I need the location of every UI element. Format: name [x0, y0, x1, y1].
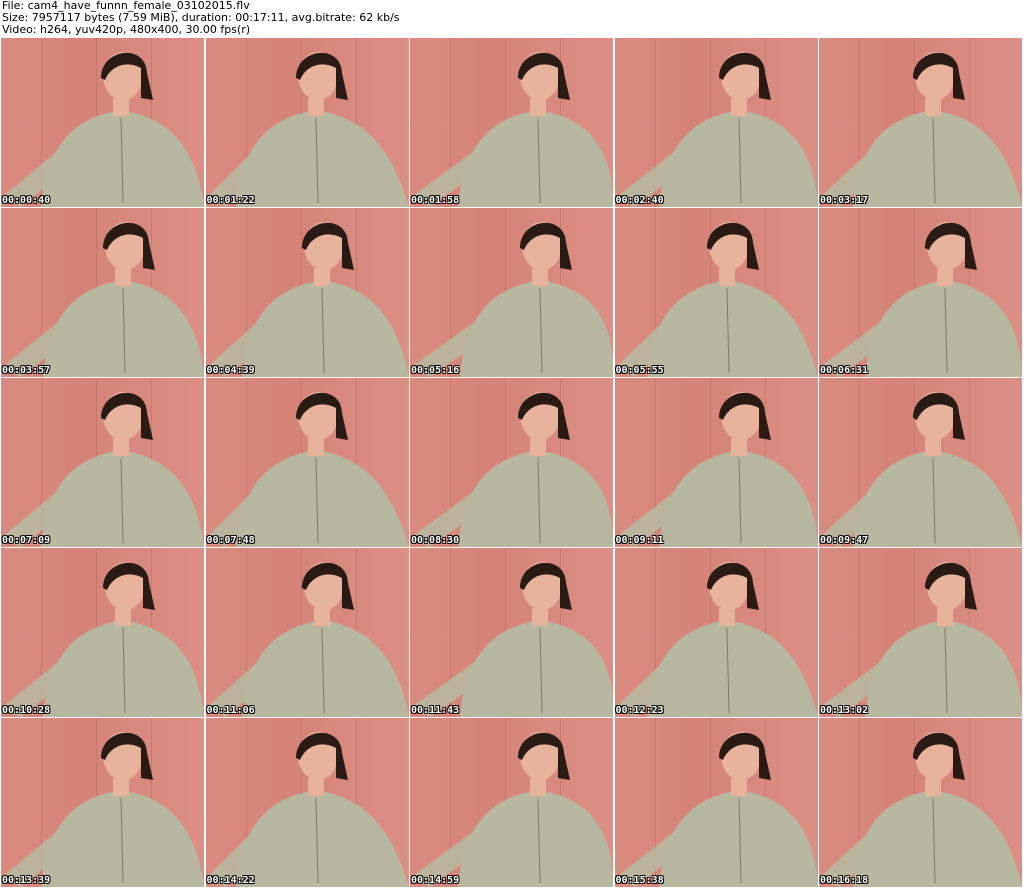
video-thumbnail[interactable]: 00:08:30 [410, 378, 613, 547]
video-thumbnail[interactable]: 00:13:39 [1, 718, 204, 887]
person-figure [410, 222, 613, 377]
person-figure [205, 392, 409, 547]
timestamp-label: 00:15:38 [615, 875, 664, 886]
video-thumbnail[interactable]: 00:03:17 [819, 38, 1022, 207]
person-figure [1, 562, 204, 717]
timestamp-label: 00:08:30 [411, 535, 460, 546]
person-figure [205, 732, 409, 887]
timestamp-label: 00:02:40 [615, 195, 664, 206]
timestamp-label: 00:12:23 [615, 705, 664, 716]
timestamp-label: 00:04:39 [206, 365, 255, 376]
timestamp-label: 00:05:55 [615, 365, 664, 376]
person-figure [819, 222, 1022, 377]
timestamp-label: 00:11:43 [411, 705, 460, 716]
timestamp-label: 00:06:31 [820, 365, 869, 376]
contact-sheet-header: File: cam4_have_funnn_female_03102015.fl… [2, 0, 1022, 38]
person-figure [205, 52, 409, 207]
video-thumbnail[interactable]: 00:04:39 [205, 208, 409, 377]
person-figure [205, 562, 409, 717]
video-thumbnail[interactable]: 00:06:31 [819, 208, 1022, 377]
person-figure [614, 52, 818, 207]
timestamp-label: 00:01:58 [411, 195, 460, 206]
timestamp-label: 00:07:09 [2, 535, 51, 546]
video-thumbnail[interactable]: 00:05:55 [614, 208, 818, 377]
person-figure [410, 562, 613, 717]
timestamp-label: 00:14:59 [411, 875, 460, 886]
person-figure [1, 52, 204, 207]
timestamp-label: 00:13:39 [2, 875, 51, 886]
video-thumbnail[interactable]: 00:07:09 [1, 378, 204, 547]
timestamp-label: 00:03:57 [2, 365, 51, 376]
person-figure [1, 222, 204, 377]
timestamp-label: 00:09:47 [820, 535, 869, 546]
video-thumbnail[interactable]: 00:09:47 [819, 378, 1022, 547]
video-thumbnail[interactable]: 00:00:40 [1, 38, 204, 207]
video-thumbnail[interactable]: 00:14:59 [410, 718, 613, 887]
video-thumbnail[interactable]: 00:11:43 [410, 548, 613, 717]
timestamp-label: 00:05:16 [411, 365, 460, 376]
timestamp-label: 00:14:22 [206, 875, 255, 886]
timestamp-label: 00:09:11 [615, 535, 664, 546]
video-thumbnail[interactable]: 00:12:23 [614, 548, 818, 717]
person-figure [410, 52, 613, 207]
video-thumbnail[interactable]: 00:03:57 [1, 208, 204, 377]
person-figure [410, 392, 613, 547]
person-figure [819, 732, 1022, 887]
video-thumbnail[interactable]: 00:02:40 [614, 38, 818, 207]
person-figure [614, 562, 818, 717]
video-thumbnail[interactable]: 00:16:18 [819, 718, 1022, 887]
thumbnail-grid: 00:00:40 00:01:22 00:01:58 00:02:40 00:03:17… [1, 38, 1023, 888]
video-thumbnail[interactable]: 00:07:48 [205, 378, 409, 547]
timestamp-label: 00:11:06 [206, 705, 255, 716]
timestamp-label: 00:07:48 [206, 535, 255, 546]
video-thumbnail[interactable]: 00:11:06 [205, 548, 409, 717]
person-figure [410, 732, 613, 887]
timestamp-label: 00:00:40 [2, 195, 51, 206]
timestamp-label: 00:13:02 [820, 705, 869, 716]
video-thumbnail[interactable]: 00:15:38 [614, 718, 818, 887]
person-figure [1, 732, 204, 887]
timestamp-label: 00:03:17 [820, 195, 869, 206]
person-figure [819, 52, 1022, 207]
person-figure [614, 732, 818, 887]
person-figure [614, 392, 818, 547]
video-thumbnail[interactable]: 00:01:58 [410, 38, 613, 207]
video-thumbnail[interactable]: 00:14:22 [205, 718, 409, 887]
timestamp-label: 00:16:18 [820, 875, 869, 886]
person-figure [1, 392, 204, 547]
timestamp-label: 00:10:28 [2, 705, 51, 716]
video-thumbnail[interactable]: 00:13:02 [819, 548, 1022, 717]
person-figure [614, 222, 818, 377]
video-thumbnail[interactable]: 00:01:22 [205, 38, 409, 207]
video-thumbnail[interactable]: 00:10:28 [1, 548, 204, 717]
timestamp-label: 00:01:22 [206, 195, 255, 206]
video-thumbnail[interactable]: 00:05:16 [410, 208, 613, 377]
person-figure [819, 392, 1022, 547]
person-figure [205, 222, 409, 377]
video-thumbnail[interactable]: 00:09:11 [614, 378, 818, 547]
video-info-line: Video: h264, yuv420p, 480x400, 30.00 fps… [2, 23, 251, 36]
person-figure [819, 562, 1022, 717]
